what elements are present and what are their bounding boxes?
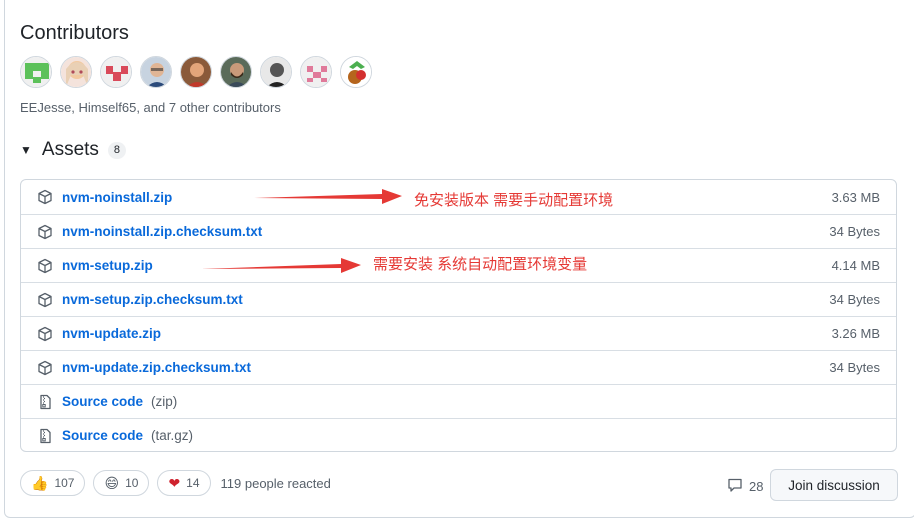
asset-link[interactable]: nvm-setup.zip.checksum.txt [62, 292, 243, 307]
avatar[interactable] [180, 56, 212, 88]
avatar[interactable] [100, 56, 132, 88]
source-row: Source code (tar.gz) [21, 418, 896, 451]
caret-down-icon[interactable]: ▼ [20, 143, 32, 157]
package-icon [37, 360, 53, 376]
annotation-arrow [254, 189, 402, 204]
package-icon [37, 258, 53, 274]
package-icon [37, 224, 53, 240]
reaction-smile[interactable]: 😄 10 [93, 470, 150, 496]
reaction-count: 14 [186, 476, 200, 490]
join-discussion-button[interactable]: Join discussion [770, 469, 898, 501]
asset-row: nvm-noinstall.zip.checksum.txt 34 Bytes [21, 214, 896, 248]
source-ext: (zip) [151, 394, 178, 409]
contributor-avatars [20, 56, 372, 88]
avatar[interactable] [300, 56, 332, 88]
package-icon [37, 292, 53, 308]
package-icon [37, 326, 53, 342]
assets-list: nvm-noinstall.zip 3.63 MB nvm-noinstall.… [20, 179, 897, 452]
avatar[interactable] [20, 56, 52, 88]
asset-size: 4.14 MB [831, 258, 880, 273]
source-code-zip-link[interactable]: Source code [62, 394, 143, 409]
comment-icon [727, 477, 743, 496]
reaction-thumbs-up[interactable]: 👍 107 [20, 470, 86, 496]
assets-title: Assets [41, 139, 99, 160]
assets-header[interactable]: ▼ Assets 8 [20, 139, 127, 161]
asset-link[interactable]: nvm-noinstall.zip [62, 190, 172, 205]
reaction-count: 10 [125, 476, 139, 490]
asset-size: 34 Bytes [829, 224, 880, 239]
asset-link[interactable]: nvm-update.zip [62, 326, 161, 341]
asset-link[interactable]: nvm-update.zip.checksum.txt [62, 360, 251, 375]
reactions-bar: 👍 107 😄 10 ❤ 14 119 people reacted [20, 470, 331, 496]
source-code-targz-link[interactable]: Source code [62, 428, 143, 443]
heart-icon: ❤ [168, 475, 181, 491]
annotation-setup: 需要安装 系统自动配置环境变量 [373, 256, 588, 273]
contributors-summary: EEJesse, Himself65, and 7 other contribu… [20, 100, 281, 115]
asset-size: 3.26 MB [831, 326, 880, 341]
asset-link[interactable]: nvm-noinstall.zip.checksum.txt [62, 224, 262, 239]
reaction-count: 107 [54, 476, 75, 490]
asset-row: nvm-update.zip.checksum.txt 34 Bytes [21, 350, 896, 384]
annotation-arrow [201, 258, 361, 273]
reaction-heart[interactable]: ❤ 14 [157, 470, 211, 496]
asset-size: 34 Bytes [829, 292, 880, 307]
source-ext: (tar.gz) [151, 428, 194, 443]
reactions-summary: 119 people reacted [220, 475, 331, 491]
asset-row: nvm-update.zip 3.26 MB [21, 316, 896, 350]
file-zip-icon [37, 394, 53, 410]
avatar[interactable] [260, 56, 292, 88]
assets-count-badge: 8 [107, 141, 127, 159]
thumbs-up-icon: 👍 [31, 475, 49, 491]
annotation-noinstall: 免安装版本 需要手动配置环境 [414, 192, 614, 209]
asset-link[interactable]: nvm-setup.zip [62, 258, 153, 273]
source-row: Source code (zip) [21, 384, 896, 418]
smile-icon: 😄 [104, 475, 120, 491]
avatar[interactable] [220, 56, 252, 88]
comment-count[interactable]: 28 [727, 477, 763, 496]
comment-count-value: 28 [749, 479, 764, 494]
asset-size: 34 Bytes [829, 360, 880, 375]
contributors-title: Contributors [20, 22, 129, 44]
avatar[interactable] [60, 56, 92, 88]
avatar[interactable] [340, 56, 372, 88]
asset-row: nvm-setup.zip.checksum.txt 34 Bytes [21, 282, 896, 316]
file-zip-icon [37, 428, 53, 444]
asset-size: 3.63 MB [831, 189, 880, 205]
package-icon [37, 189, 53, 205]
avatar[interactable] [140, 56, 172, 88]
